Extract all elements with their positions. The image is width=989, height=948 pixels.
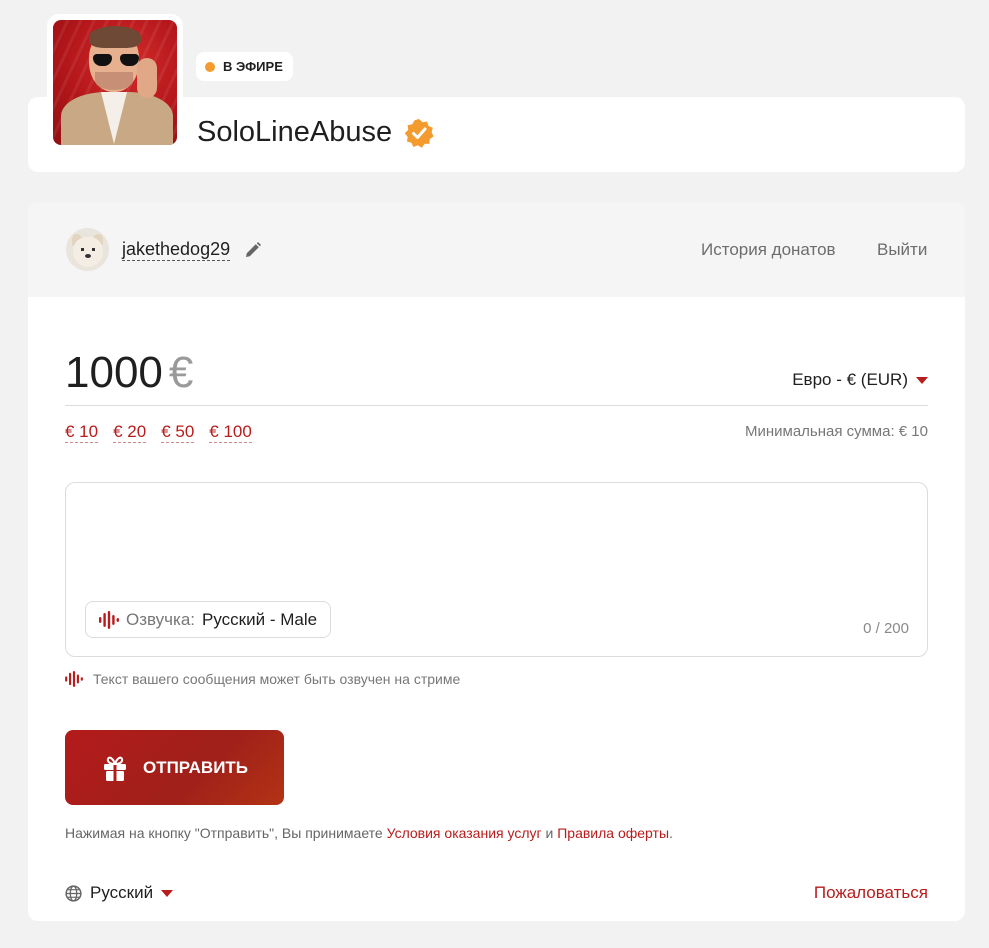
offer-rules-link[interactable]: Правила оферты: [557, 825, 669, 841]
donation-history-link[interactable]: История донатов: [701, 240, 836, 260]
voice-hint-text: Текст вашего сообщения может быть озвуче…: [93, 671, 461, 687]
terms-middle: и: [541, 825, 558, 841]
verified-badge-icon: [404, 118, 434, 148]
username[interactable]: jakethedog29: [122, 239, 231, 261]
amount-currency-symbol: €: [168, 348, 194, 397]
voice-label: Озвучка:: [126, 609, 196, 629]
live-label: В ЭФИРЕ: [223, 59, 283, 74]
language-select[interactable]: Русский: [65, 883, 174, 903]
message-input[interactable]: [80, 495, 910, 595]
terms-text: Нажимая на кнопку "Отправить", Вы приним…: [65, 825, 673, 841]
amount-value[interactable]: 1000: [65, 348, 163, 398]
preset-amount-button[interactable]: € 100: [209, 421, 252, 443]
streamer-name: SoloLineAbuse: [197, 116, 393, 148]
terms-suffix: .: [669, 825, 673, 841]
caret-down-icon: [916, 376, 928, 384]
streamer-name-row: SoloLineAbuse: [197, 116, 434, 149]
amount-divider: [65, 405, 928, 406]
message-box: Озвучка: Русский - Male 0 / 200: [65, 482, 928, 657]
preset-amount-button[interactable]: € 20: [113, 421, 147, 443]
logout-link[interactable]: Выйти: [877, 240, 927, 260]
submit-label: ОТПРАВИТЬ: [142, 757, 249, 777]
user-bar: jakethedog29 История донатов Выйти: [28, 203, 965, 297]
terms-of-service-link[interactable]: Условия оказания услуг: [387, 825, 542, 841]
preset-amount-button[interactable]: € 10: [65, 421, 99, 443]
amount-field[interactable]: 1000 €: [65, 348, 193, 398]
amount-presets: € 10 € 20 € 50 € 100: [65, 421, 252, 443]
live-badge: В ЭФИРЕ: [196, 52, 293, 81]
pencil-icon[interactable]: [244, 241, 262, 259]
voice-value: Русский - Male: [202, 609, 318, 629]
preset-amount-button[interactable]: € 50: [161, 421, 195, 443]
voice-select[interactable]: Озвучка: Русский - Male: [85, 601, 332, 638]
voice-hint: Текст вашего сообщения может быть озвуче…: [65, 671, 460, 687]
currency-select-value: Евро - € (EUR): [792, 370, 908, 389]
donation-card: jakethedog29 История донатов Выйти 1000 …: [28, 203, 965, 921]
sound-wave-icon: [99, 610, 119, 629]
gift-icon: [103, 756, 126, 781]
minimum-sum: Минимальная сумма: € 10: [744, 423, 928, 440]
user-avatar: [66, 228, 109, 271]
globe-icon: [65, 884, 82, 902]
currency-select[interactable]: Евро - € (EUR): [792, 370, 928, 390]
complain-link[interactable]: Пожаловаться: [814, 883, 928, 903]
language-value: Русский: [90, 883, 154, 902]
caret-down-icon: [161, 889, 174, 897]
streamer-photo: [53, 20, 177, 145]
live-dot-icon: [205, 61, 215, 72]
terms-prefix: Нажимая на кнопку "Отправить", Вы приним…: [65, 825, 387, 841]
submit-button[interactable]: ОТПРАВИТЬ: [65, 730, 284, 805]
char-counter: 0 / 200: [863, 620, 909, 637]
streamer-avatar: [47, 14, 183, 151]
sound-wave-icon: [65, 671, 83, 687]
